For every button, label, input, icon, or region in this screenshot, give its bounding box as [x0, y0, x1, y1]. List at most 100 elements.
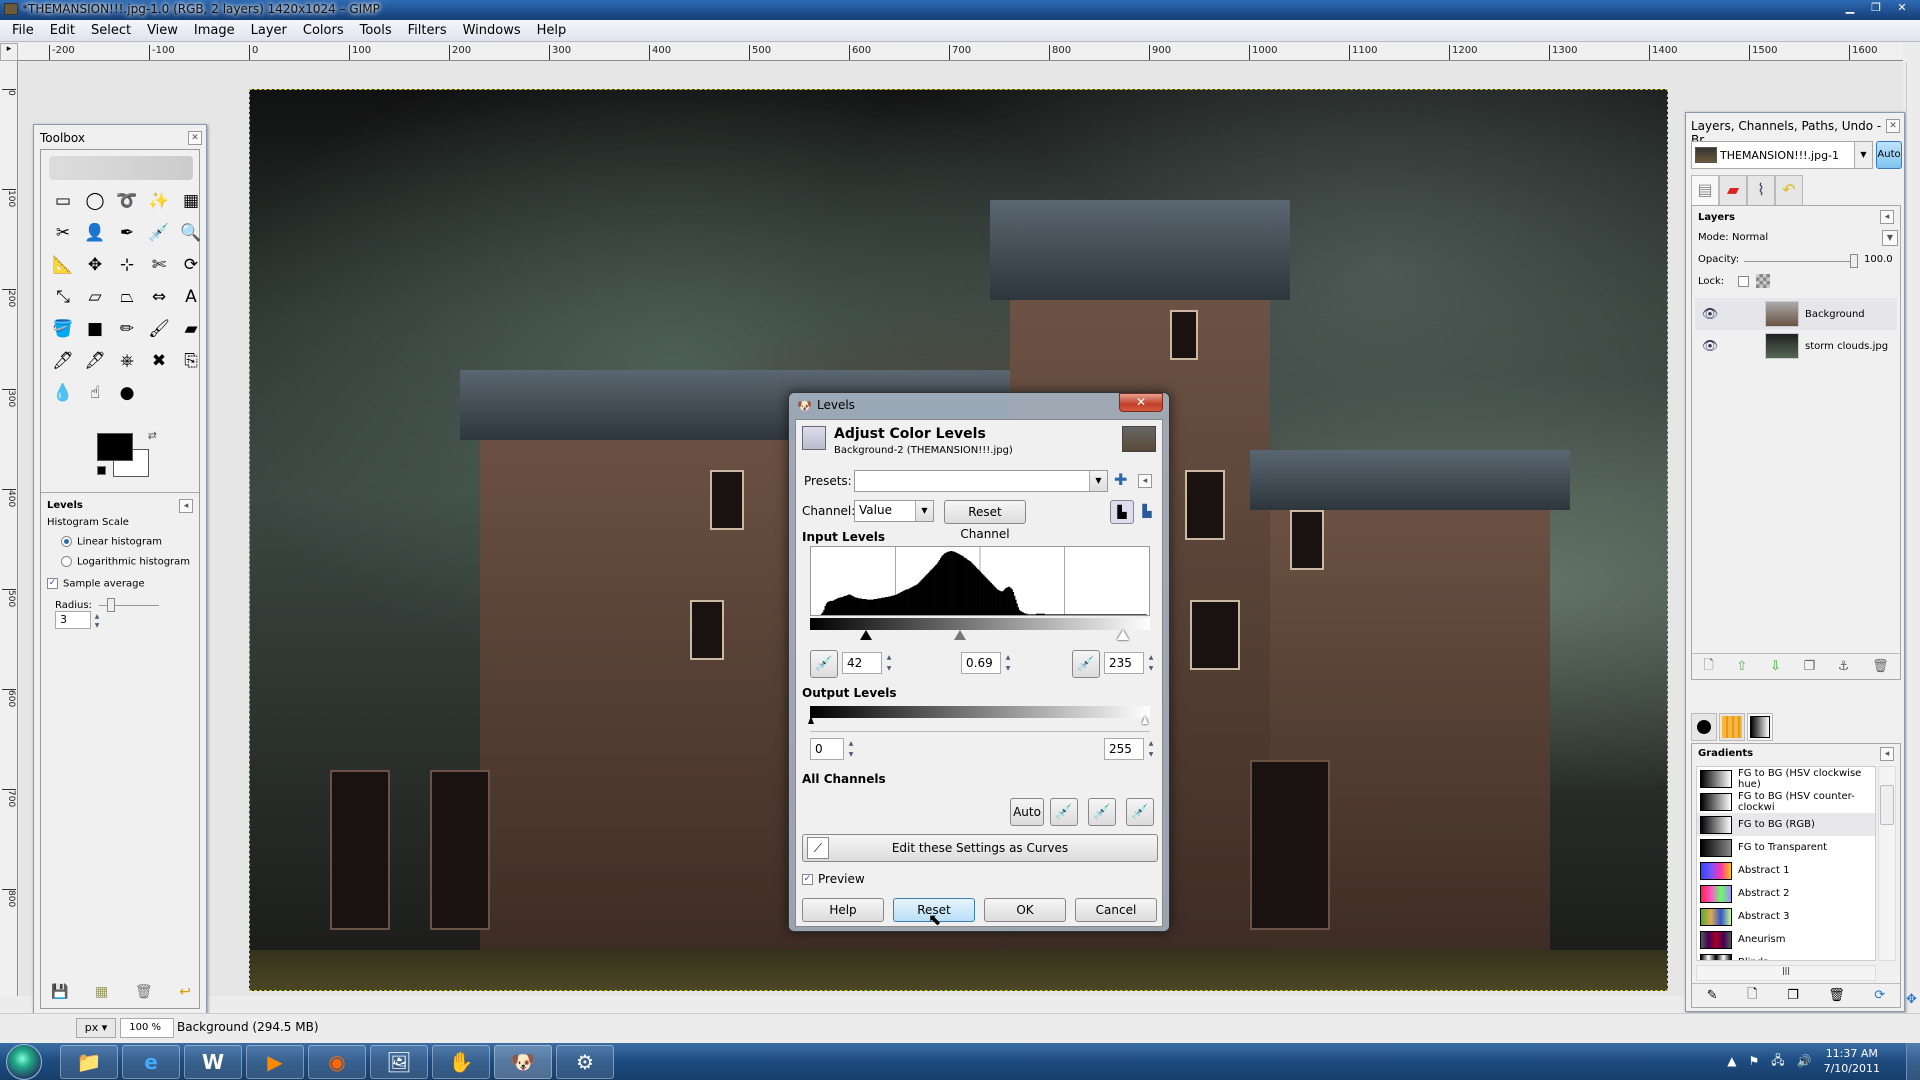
gradient-item[interactable]: Abstract 3 — [1697, 905, 1875, 928]
horizontal-ruler[interactable]: -200 -100 0 100 200 300 400 500 600 700 800 900 1000… — [18, 43, 1903, 61]
opacity-value[interactable]: 100.0 — [1864, 254, 1893, 265]
tool-dodge-burn[interactable]: ● — [111, 377, 143, 409]
new-layer-icon[interactable]: 🗋 — [1703, 656, 1713, 678]
tool-paintbrush[interactable]: 🖌 — [143, 313, 175, 345]
tool-blur-sharpen[interactable]: 💧 — [47, 377, 79, 409]
tab-brushes[interactable] — [1691, 713, 1717, 741]
gradients-vscrollbar[interactable] — [1878, 766, 1896, 961]
tool-rect-select[interactable]: ▭ — [47, 185, 79, 217]
tool-scale[interactable]: ⤡ — [47, 281, 79, 313]
menu-layer[interactable]: Layer — [243, 23, 295, 38]
taskbar-word[interactable]: W — [184, 1045, 242, 1079]
taskbar-firefox[interactable]: ◉ — [308, 1045, 366, 1079]
taskbar-internet-explorer[interactable]: e — [122, 1045, 180, 1079]
pick-white-button[interactable]: 💉 — [1126, 798, 1154, 826]
unit-selector[interactable]: px ▾ — [76, 1018, 116, 1038]
canvas-vscrollbar[interactable] — [1906, 62, 1920, 996]
maximize-button[interactable]: ❐ — [1864, 0, 1888, 16]
log-histogram-toggle[interactable]: ▙ — [1136, 500, 1158, 524]
mode-dropdown[interactable]: ▼ — [1882, 230, 1898, 246]
tool-clone[interactable]: ⎈ — [111, 345, 143, 377]
layer-row-storm-clouds[interactable]: 👁 storm clouds.jpg — [1695, 330, 1897, 362]
radius-input[interactable]: 3 ▲ ▼ — [55, 611, 99, 629]
gradient-item[interactable]: Blinds — [1697, 951, 1875, 960]
show-desktop-button[interactable] — [1906, 1043, 1920, 1080]
menu-edit[interactable]: Edit — [42, 23, 83, 38]
image-selector[interactable]: THEMANSION!!!.jpg-1 ▼ — [1691, 141, 1873, 169]
delete-tool-options-icon[interactable]: 🗑 — [135, 984, 153, 1000]
gradient-item[interactable]: FG to Transparent — [1697, 836, 1875, 859]
spinner-arrows-icon[interactable]: ▲ ▼ — [92, 612, 102, 630]
auto-levels-button[interactable]: Auto — [1010, 798, 1044, 826]
tool-bucket-fill[interactable]: 🪣 — [47, 313, 79, 345]
tool-ink[interactable]: 🖋 — [79, 345, 111, 377]
presets-menu-icon[interactable]: ◂ — [1138, 474, 1152, 488]
new-gradient-icon[interactable]: 🗋 — [1747, 985, 1757, 1007]
channel-combo[interactable]: Value ▼ — [854, 500, 934, 522]
output-low-spinner[interactable]: ▲ ▼ — [846, 738, 856, 760]
output-high-field[interactable]: 255 — [1104, 738, 1144, 760]
gradient-item[interactable]: Abstract 2 — [1697, 882, 1875, 905]
tool-zoom[interactable]: 🔍 — [175, 217, 207, 249]
logarithmic-histogram-radio[interactable]: Logarithmic histogram — [61, 556, 190, 568]
help-button[interactable]: Help — [802, 898, 884, 922]
linear-histogram-toggle[interactable]: ▙ — [1110, 500, 1134, 524]
anchor-layer-icon[interactable]: ⚓ — [1838, 659, 1850, 674]
menu-filters[interactable]: Filters — [400, 23, 455, 38]
input-high-spinner[interactable]: ▲ ▼ — [1146, 652, 1156, 674]
pick-gray-button[interactable]: 💉 — [1088, 798, 1116, 826]
menu-file[interactable]: File — [4, 23, 42, 38]
auto-button[interactable]: Auto — [1876, 141, 1902, 169]
gradients-hscrollbar[interactable]: ||| — [1696, 965, 1876, 981]
show-hidden-icons[interactable]: ▲ — [1727, 1054, 1736, 1068]
layer-row-background[interactable]: 👁 Background — [1695, 298, 1897, 330]
linear-histogram-radio[interactable]: Linear histogram — [61, 536, 162, 548]
tool-free-select[interactable]: ➰ — [111, 185, 143, 217]
menu-colors[interactable]: Colors — [295, 23, 352, 38]
tool-scissors[interactable]: ✂ — [47, 217, 79, 249]
toolbox-close-button[interactable]: ✕ — [188, 131, 202, 145]
tool-blend[interactable]: ■ — [79, 313, 111, 345]
opacity-slider[interactable] — [1744, 254, 1858, 268]
configure-tab-icon[interactable]: ◂ — [1880, 210, 1894, 224]
mode-value[interactable]: Normal — [1732, 232, 1768, 243]
scroll-thumb[interactable] — [1880, 785, 1894, 825]
radius-slider[interactable] — [99, 597, 160, 612]
tool-move[interactable]: ✥ — [79, 249, 111, 281]
clock[interactable]: 11:37 AM 7/10/2011 — [1824, 1046, 1880, 1076]
output-white-handle[interactable] — [1142, 716, 1148, 724]
input-high-field[interactable]: 235 — [1104, 652, 1144, 674]
restore-tool-options-icon[interactable]: ▦ — [95, 984, 108, 1000]
output-black-handle[interactable] — [808, 716, 814, 724]
menu-tools[interactable]: Tools — [352, 23, 400, 38]
tool-perspective[interactable]: ⏢ — [111, 281, 143, 313]
radius-slider-handle[interactable] — [107, 597, 116, 612]
tool-eraser[interactable]: ▰ — [175, 313, 207, 345]
opacity-slider-handle[interactable] — [1850, 254, 1858, 268]
tab-patterns[interactable] — [1719, 713, 1745, 741]
input-low-field[interactable]: 42 — [842, 652, 882, 674]
output-low-field[interactable]: 0 — [810, 738, 844, 760]
tool-color-picker[interactable]: 💉 — [143, 217, 175, 249]
input-white-point-handle[interactable] — [1117, 630, 1130, 640]
visibility-eye-icon[interactable]: 👁 — [1695, 339, 1725, 354]
edit-gradient-icon[interactable]: ✎ — [1707, 988, 1718, 1003]
input-black-point-handle[interactable] — [860, 630, 872, 640]
gradient-item[interactable]: FG to BG (HSV clockwise hue) — [1697, 767, 1875, 790]
tab-layers[interactable]: ▤ — [1691, 175, 1719, 205]
menu-windows[interactable]: Windows — [455, 23, 529, 38]
input-gamma-spinner[interactable]: ▲ ▼ — [1003, 652, 1013, 674]
lock-pixels-checkbox[interactable] — [1738, 276, 1749, 287]
pick-black-button[interactable]: 💉 — [1050, 798, 1078, 826]
reset-tool-options-icon[interactable]: ↩ — [179, 984, 191, 1000]
tab-gradients[interactable] — [1747, 713, 1773, 741]
dock-close-button[interactable]: ✕ — [1886, 119, 1900, 133]
minimize-button[interactable]: ▁ — [1838, 0, 1862, 16]
gradient-item[interactable]: Aneurism — [1697, 928, 1875, 951]
zoom-selector[interactable]: 100 % — [120, 1018, 174, 1038]
tool-text[interactable]: A — [175, 281, 207, 313]
pick-black-point-button[interactable]: 💉 — [810, 650, 838, 678]
input-levels-slider[interactable] — [810, 630, 1150, 646]
save-tool-options-icon[interactable]: 💾 — [51, 984, 68, 1000]
sample-average-checkbox[interactable]: ✓ Sample average — [47, 578, 145, 590]
